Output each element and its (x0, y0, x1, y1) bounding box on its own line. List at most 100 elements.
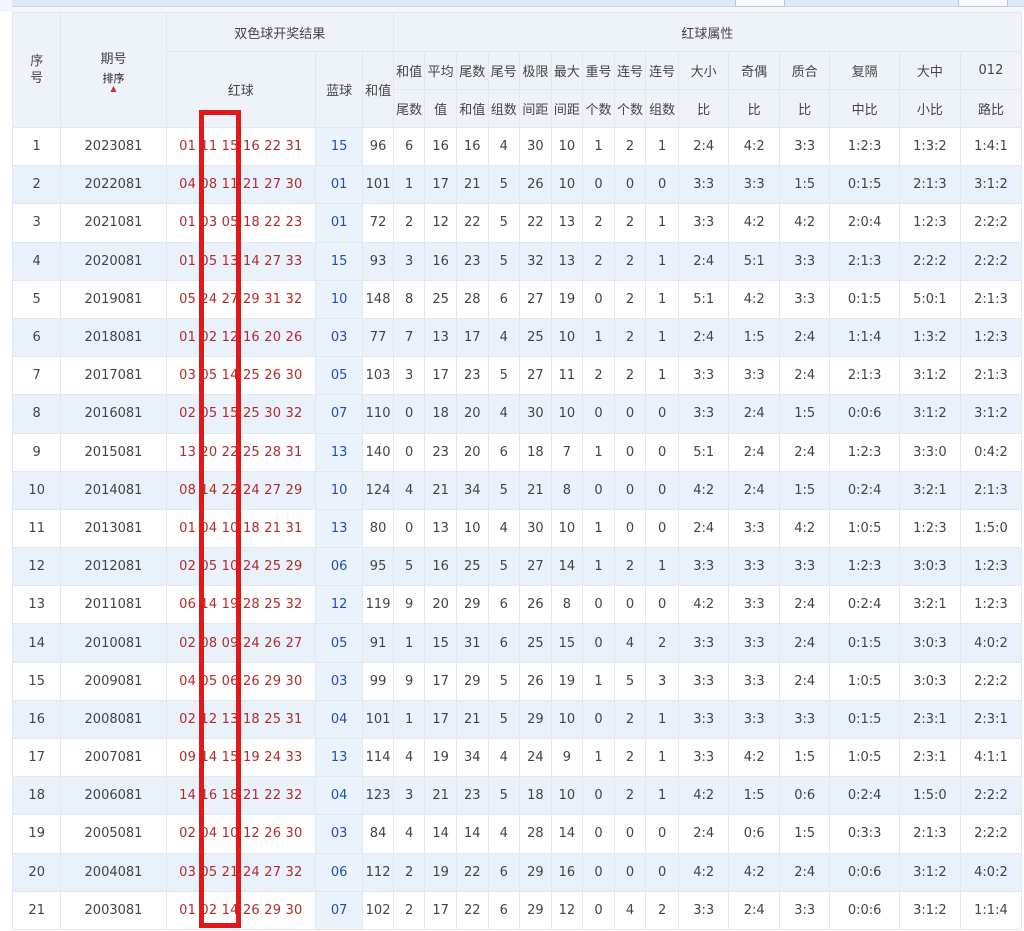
issue-cell: 2022081 (60, 165, 167, 205)
attr-cell: 14 (455, 814, 489, 854)
attr-cell: 119 (362, 585, 394, 625)
attr-cell: 3 (392, 356, 426, 396)
attr-cell: 2 (613, 317, 647, 358)
attr-cell: 2:4 (677, 814, 730, 854)
table-row: 2 2022081 04 08 11 21 27 30 01 101 1 17 21 5 26 10… (11, 165, 1023, 205)
seq-cell: 1 (11, 126, 62, 167)
attr-cell: 20 (455, 394, 489, 434)
toolbar-button-left[interactable] (735, 0, 785, 7)
attr-cell: 9 (392, 661, 426, 701)
sort-label[interactable]: 排序 (62, 72, 165, 85)
attr-cell: 2 (392, 852, 426, 892)
toolbar-button-right[interactable] (958, 0, 1008, 7)
attr-cell: 2:3:1 (898, 737, 961, 778)
attr-cell: 2:2:2 (898, 241, 961, 281)
attr-cell: 25 (424, 279, 457, 319)
attr-cell: 6 (487, 852, 521, 892)
attr-cell: 17 (424, 699, 457, 740)
attr-cell: 2 (392, 203, 426, 243)
attr-cell: 3:2:1 (898, 470, 961, 510)
attr-cell: 1:0:5 (829, 737, 900, 778)
attr-cell: 0 (582, 890, 615, 930)
attr-cell: 1:2:3 (829, 547, 900, 587)
attr-cell: 29 (519, 699, 552, 740)
attr-cell: 6 (487, 279, 521, 319)
seq-cell: 12 (11, 547, 62, 587)
attr-cell: 0 (613, 165, 647, 205)
attr-cell: 2:4 (677, 241, 730, 281)
issue-header[interactable]: 期号 排序 ▲ (60, 12, 167, 128)
attr-cell: 4:2 (778, 508, 831, 549)
red-balls-cell: 13 20 22 25 28 31 (165, 432, 316, 472)
attr-cell: 1:5:0 (898, 776, 961, 816)
blue-ball-cell: 01 (314, 203, 364, 243)
attr-cell: 3:3 (728, 547, 780, 587)
attr-cell: 0 (392, 508, 426, 549)
seq-cell: 11 (11, 508, 62, 549)
attr-cell: 1:5:0 (959, 508, 1023, 549)
blue-ball-cell: 10 (314, 279, 364, 319)
attr-cell: 1 (645, 547, 679, 587)
attr-cell: 17 (424, 165, 457, 205)
attr-cell: 2:1:3 (959, 356, 1023, 396)
issue-cell: 2008081 (60, 699, 167, 740)
attr-cell: 22 (455, 203, 489, 243)
attr-cell: 4 (487, 317, 521, 358)
attr-col-header: 最大 (550, 51, 584, 90)
attr-cell: 27 (519, 547, 552, 587)
issue-cell: 2013081 (60, 508, 167, 549)
attr-cell: 0:6 (778, 776, 831, 816)
table-row: 6 2018081 01 02 12 16 20 26 03 77 7 13 17 4 25 10 1… (11, 317, 1023, 358)
attr-col-subheader: 比 (677, 89, 730, 128)
attr-cell: 0 (645, 470, 679, 510)
attr-cell: 1:5 (728, 317, 780, 358)
attr-cell: 20 (455, 432, 489, 472)
attr-cell: 10 (550, 776, 584, 816)
attr-cell: 8 (550, 585, 584, 625)
seq-cell: 3 (11, 203, 62, 243)
red-balls-cell: 04 05 06 26 29 30 (165, 661, 316, 701)
attr-cell: 1 (582, 317, 615, 358)
attr-col-subheader: 和值 (455, 89, 489, 128)
blue-ball-cell: 03 (314, 661, 364, 701)
blue-ball-cell: 13 (314, 432, 364, 472)
attr-cell: 16 (424, 241, 457, 281)
table-row: 21 2003081 01 02 14 26 29 30 07 102 2 17 22 6 29 1… (11, 890, 1023, 930)
red-balls-cell: 02 05 10 24 25 29 (165, 547, 316, 587)
attr-cell: 2:4 (778, 432, 831, 472)
attr-cell: 8 (550, 470, 584, 510)
attr-cell: 10 (550, 126, 584, 167)
attr-cell: 0 (582, 279, 615, 319)
attr-cell: 3:3 (677, 737, 730, 778)
attr-cell: 2:1:3 (959, 470, 1023, 510)
attr-cell: 17 (424, 356, 457, 396)
red-balls-cell: 01 05 13 14 27 33 (165, 241, 316, 281)
attr-cell: 17 (424, 890, 457, 930)
attr-cell: 24 (519, 737, 552, 778)
seq-cell: 4 (11, 241, 62, 281)
attr-cell: 0:6 (728, 814, 780, 854)
table-row: 11 2013081 01 04 10 18 21 31 13 80 0 13 10 4 30 10… (11, 508, 1023, 549)
attr-cell: 15 (424, 623, 457, 663)
attr-cell: 2 (392, 890, 426, 930)
attr-cell: 1 (392, 165, 426, 205)
attr-cell: 0 (582, 623, 615, 663)
blue-ball-header: 蓝球 (314, 51, 364, 128)
seq-cell: 9 (11, 432, 62, 472)
attr-cell: 2:1:3 (898, 165, 961, 205)
attr-cell: 1:4:1 (959, 126, 1023, 167)
sort-arrow-icon[interactable]: ▲ (62, 84, 165, 93)
seq-cell: 19 (11, 814, 62, 854)
attr-cell: 13 (424, 317, 457, 358)
attr-cell: 3:3 (728, 585, 780, 625)
attr-cell: 3:3 (728, 699, 780, 740)
attr-cell: 21 (519, 470, 552, 510)
attr-cell: 29 (519, 852, 552, 892)
blue-ball-cell: 15 (314, 126, 364, 167)
attr-cell: 0:3:3 (829, 814, 900, 854)
table-row: 15 2009081 04 05 06 26 29 30 03 99 9 17 29 5 26 19… (11, 661, 1023, 701)
attr-cell: 5 (392, 547, 426, 587)
table-row: 18 2006081 14 16 18 21 22 32 04 123 3 21 23 5 18 1… (11, 776, 1023, 816)
table-row: 20 2004081 03 05 21 24 27 32 06 112 2 19 22 6 29 1… (11, 852, 1023, 892)
attr-cell: 1:5 (728, 776, 780, 816)
